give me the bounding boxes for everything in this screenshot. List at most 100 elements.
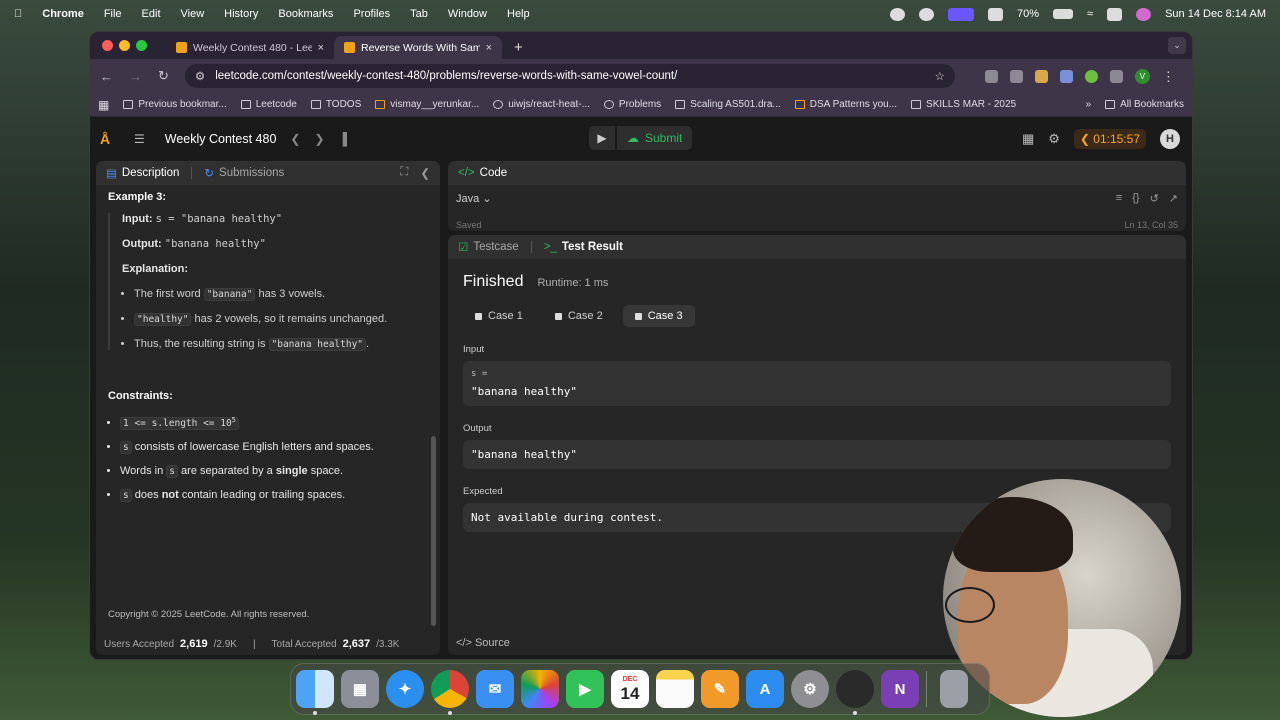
display-icon[interactable] — [988, 7, 1004, 21]
url-bar[interactable]: ⚙ leetcode.com/contest/weekly-contest-48… — [184, 64, 955, 88]
bookmark-star-icon[interactable]: ☆ — [935, 69, 945, 83]
submit-button[interactable]: ☁ Submit — [617, 126, 693, 150]
menu-tab[interactable]: Tab — [410, 8, 428, 20]
url-text[interactable]: leetcode.com/contest/weekly-contest-480/… — [215, 70, 677, 82]
case-3-tab[interactable]: Case 3 — [622, 305, 695, 327]
tab-code[interactable]: </> Code — [458, 167, 507, 179]
contest-title[interactable]: Weekly Contest 480 — [165, 132, 277, 146]
menu-file[interactable]: File — [104, 8, 122, 20]
facetime-icon[interactable]: ▶ — [566, 670, 604, 708]
case-2-tab[interactable]: Case 2 — [543, 305, 615, 327]
launchpad-icon[interactable]: ▦ — [341, 670, 379, 708]
tab-submissions[interactable]: ↻ Submissions — [204, 166, 284, 180]
battery-percent[interactable]: 70% — [1017, 8, 1039, 20]
tab-weekly-contest[interactable]: Weekly Contest 480 - LeetCode × — [166, 36, 334, 59]
close-tab-icon[interactable]: × — [318, 42, 324, 54]
status-icon-1[interactable] — [890, 7, 906, 21]
case-1-tab[interactable]: Case 1 — [463, 305, 535, 327]
finder-icon[interactable] — [296, 670, 334, 715]
tab-testcase[interactable]: ☑ Testcase — [458, 240, 519, 254]
notes-icon[interactable] — [656, 670, 694, 708]
bookmark-item[interactable]: DSA Patterns you... — [794, 99, 897, 110]
apps-grid-icon[interactable]: ▦ — [98, 98, 109, 112]
reset-icon[interactable]: ↺ — [1150, 192, 1159, 205]
menu-profiles[interactable]: Profiles — [353, 8, 390, 20]
bookmark-item[interactable]: uiwjs/react-heat-... — [493, 99, 590, 110]
description-scrollbar[interactable] — [431, 436, 436, 626]
control-center-icon[interactable] — [1107, 7, 1123, 21]
chrome-icon[interactable] — [431, 670, 469, 715]
new-tab-button[interactable]: + — [514, 39, 523, 56]
menu-edit[interactable]: Edit — [142, 8, 161, 20]
bookmark-item[interactable]: SKILLS MAR - 2025 — [911, 99, 1016, 110]
calendar-icon[interactable]: DEC 14 — [611, 670, 649, 708]
user-avatar[interactable]: H — [1160, 129, 1180, 149]
safari-icon[interactable]: ✦ — [386, 670, 424, 708]
prev-problem-chevron-left-icon[interactable]: ❮ — [290, 132, 300, 146]
chrome-menu-icon[interactable]: ⋮ — [1162, 70, 1175, 83]
settings-gear-icon[interactable]: ⚙ — [1048, 131, 1060, 147]
site-info-icon[interactable]: ⚙ — [195, 69, 205, 83]
extensions-puzzle-icon[interactable] — [1109, 69, 1123, 83]
trash-icon[interactable] — [940, 670, 968, 708]
zoom-window-button[interactable] — [136, 40, 147, 51]
ranking-bar-chart-icon[interactable]: ▐ — [339, 132, 348, 146]
extension-icon-3[interactable] — [1034, 69, 1048, 83]
layout-icon[interactable]: ▦ — [1022, 131, 1034, 147]
format-icon[interactable]: ≡ — [1116, 192, 1122, 205]
bookmark-item[interactable]: vismay__yerunkar... — [375, 99, 479, 110]
menu-bookmarks[interactable]: Bookmarks — [278, 8, 333, 20]
app-store-icon[interactable]: A — [746, 670, 784, 708]
mail-icon[interactable]: ✉ — [476, 670, 514, 708]
bookmark-folder[interactable]: Previous bookmar... — [123, 99, 227, 110]
fullscreen-icon[interactable]: ↗ — [1169, 192, 1178, 205]
obs-icon[interactable] — [836, 670, 874, 715]
pages-icon[interactable]: ✎ — [701, 670, 739, 708]
source-link[interactable]: </> Source — [456, 637, 510, 649]
menubar-clock[interactable]: Sun 14 Dec 8:14 AM — [1165, 8, 1266, 20]
leetcode-logo-icon[interactable]: Å — [100, 131, 116, 147]
wifi-icon[interactable]: ≈ — [1087, 8, 1093, 20]
menu-view[interactable]: View — [181, 8, 205, 20]
close-tab-icon[interactable]: × — [486, 42, 492, 54]
menu-help[interactable]: Help — [507, 8, 530, 20]
braces-icon[interactable]: {} — [1132, 192, 1139, 205]
bookmark-item[interactable]: Scaling AS501.dra... — [675, 99, 781, 110]
forward-arrow-icon[interactable]: → — [129, 69, 142, 84]
menu-window[interactable]: Window — [448, 8, 487, 20]
tab-test-result[interactable]: >_ Test Result — [544, 241, 623, 253]
menu-history[interactable]: History — [224, 8, 258, 20]
language-select[interactable]: Java ⌄ — [456, 192, 492, 205]
back-arrow-icon[interactable]: ← — [100, 69, 113, 84]
extension-icon-2[interactable] — [1009, 69, 1023, 83]
menu-app-chrome[interactable]: Chrome — [42, 8, 84, 20]
collapse-chevron-left-icon[interactable]: ❮ — [420, 166, 430, 180]
more-bookmarks-button[interactable]: » — [1086, 99, 1092, 110]
system-settings-icon[interactable]: ⚙ — [791, 670, 829, 708]
screen-recording-icon[interactable] — [948, 7, 975, 21]
next-problem-chevron-right-icon[interactable]: ❯ — [314, 132, 324, 146]
tab-search-chevron-down-icon[interactable]: ⌄ — [1168, 37, 1186, 54]
reload-icon[interactable]: ↻ — [158, 68, 169, 84]
bookmark-item[interactable]: Problems — [603, 99, 661, 110]
all-bookmarks-button[interactable]: All Bookmarks — [1105, 99, 1184, 110]
photos-icon[interactable] — [521, 670, 559, 708]
maximize-icon[interactable]: ⛶ — [400, 166, 408, 180]
contest-timer[interactable]: ❮ 01:15:57 — [1073, 129, 1146, 149]
extension-icon-4[interactable] — [1059, 69, 1073, 83]
tab-reverse-words[interactable]: Reverse Words With Same Vowel Count × — [334, 36, 502, 59]
extension-icon-1[interactable] — [984, 69, 998, 83]
bookmark-item[interactable]: TODOS — [310, 99, 361, 110]
extension-icon-5[interactable] — [1084, 69, 1098, 83]
status-icon-2[interactable] — [919, 7, 935, 21]
siri-icon[interactable] — [1136, 7, 1152, 21]
onenote-icon[interactable]: N — [881, 670, 919, 708]
tab-description[interactable]: ▤ Description — [106, 166, 179, 180]
minimize-window-button[interactable] — [119, 40, 130, 51]
problem-list-icon[interactable]: ☰ — [134, 132, 145, 146]
apple-icon[interactable]:  — [14, 8, 22, 20]
battery-icon[interactable] — [1053, 9, 1074, 19]
run-play-icon[interactable]: ▶ — [589, 126, 615, 150]
close-window-button[interactable] — [102, 40, 113, 51]
profile-avatar[interactable]: V — [1134, 68, 1150, 84]
